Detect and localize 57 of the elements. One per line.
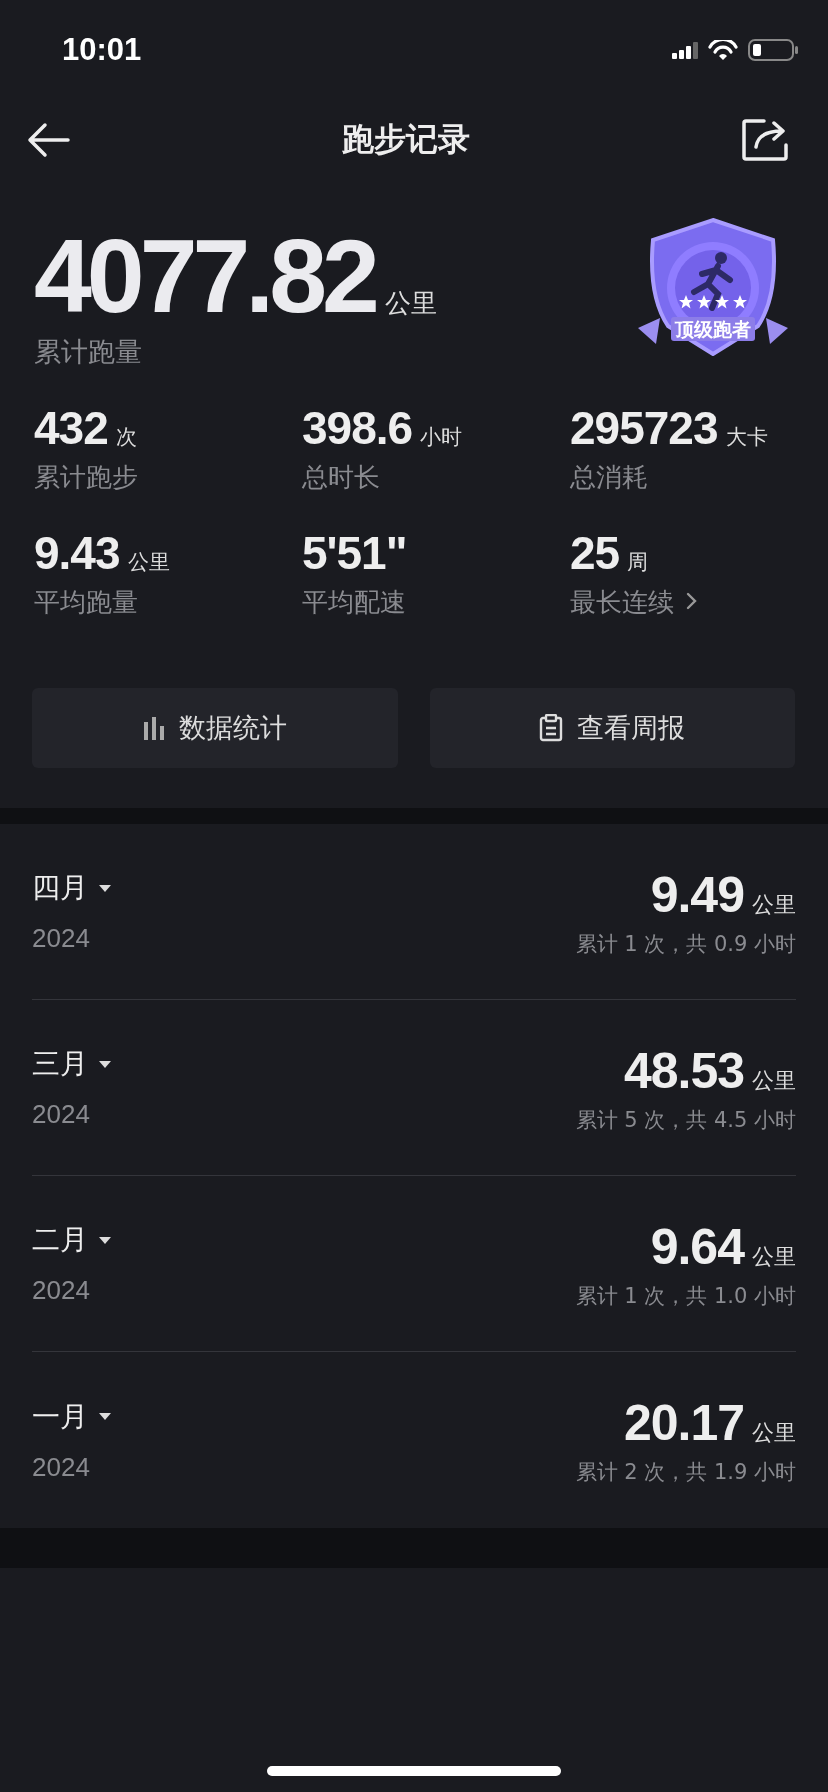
signal-icon <box>672 41 698 59</box>
stat-label: 总消耗 <box>570 461 649 494</box>
stat-label: 累计跑步 <box>34 461 139 494</box>
bar-chart-icon <box>142 716 165 740</box>
month-dropdown[interactable]: 二月 <box>32 1221 112 1259</box>
stat-value: 25 <box>570 526 620 581</box>
badge-label: 顶级跑者 <box>671 317 755 341</box>
month-distance: 20.17 <box>623 1394 744 1452</box>
stat-unit: 次 <box>115 424 137 451</box>
caret-down-icon <box>98 1059 112 1069</box>
month-dropdown[interactable]: 一月 <box>32 1397 112 1436</box>
action-button[interactable]: 数据统计 <box>32 688 398 768</box>
stat-label: 平均配速 <box>302 586 407 619</box>
distance-unit: 公里 <box>752 1066 796 1095</box>
total-distance: 4077.82 <box>34 220 375 332</box>
month-distance: 9.64 <box>650 1217 744 1276</box>
stat-label: 平均跑量 <box>34 586 139 619</box>
distance-unit: 公里 <box>752 1242 796 1271</box>
chevron-right-icon <box>686 591 698 610</box>
month-summary: 累计 1 次，共 0.9 小时 <box>575 930 796 958</box>
stat-value: 5'51" <box>302 526 407 581</box>
month-summary: 累计 2 次，共 1.9 小时 <box>575 1459 796 1486</box>
stat-value: 398.6 <box>302 401 413 456</box>
month-summary: 累计 5 次，共 4.5 小时 <box>575 1106 796 1134</box>
stat-unit: 大卡 <box>725 424 768 451</box>
caret-down-icon <box>98 1235 112 1245</box>
stat-value: 9.43 <box>34 526 120 581</box>
stat-link[interactable]: 最长连续 <box>570 581 822 620</box>
action-button[interactable]: 查看周报 <box>429 688 795 768</box>
stat-unit: 周 <box>627 549 649 576</box>
stat-unit: 公里 <box>127 549 170 576</box>
battery-icon <box>748 39 798 61</box>
stat-value: 432 <box>34 401 108 456</box>
month-year: 2024 <box>32 923 91 954</box>
stat-value: 295723 <box>570 401 718 456</box>
month-distance: 9.49 <box>650 865 744 924</box>
status-time: 10:01 <box>62 32 142 68</box>
month-dropdown[interactable]: 三月 <box>32 1045 112 1083</box>
distance-unit: 公里 <box>752 1419 796 1447</box>
back-icon[interactable] <box>26 120 70 160</box>
distance-unit: 公里 <box>384 287 437 320</box>
page-title: 跑步记录 <box>342 119 470 160</box>
month-dropdown[interactable]: 四月 <box>32 869 112 907</box>
stat-unit: 小时 <box>420 424 463 451</box>
stat-label: 总时长 <box>302 461 381 494</box>
caret-down-icon <box>98 1412 112 1421</box>
total-label: 累计跑量 <box>34 335 143 369</box>
clipboard-icon <box>539 714 564 742</box>
month-distance: 48.53 <box>623 1041 744 1100</box>
share-icon[interactable] <box>742 119 788 161</box>
caret-down-icon <box>98 883 112 893</box>
month-year: 2024 <box>32 1099 91 1130</box>
month-year: 2024 <box>32 1451 91 1483</box>
distance-unit: 公里 <box>752 890 796 919</box>
month-summary: 累计 1 次，共 1.0 小时 <box>575 1282 796 1310</box>
month-year: 2024 <box>32 1275 91 1306</box>
wifi-icon <box>708 39 738 61</box>
